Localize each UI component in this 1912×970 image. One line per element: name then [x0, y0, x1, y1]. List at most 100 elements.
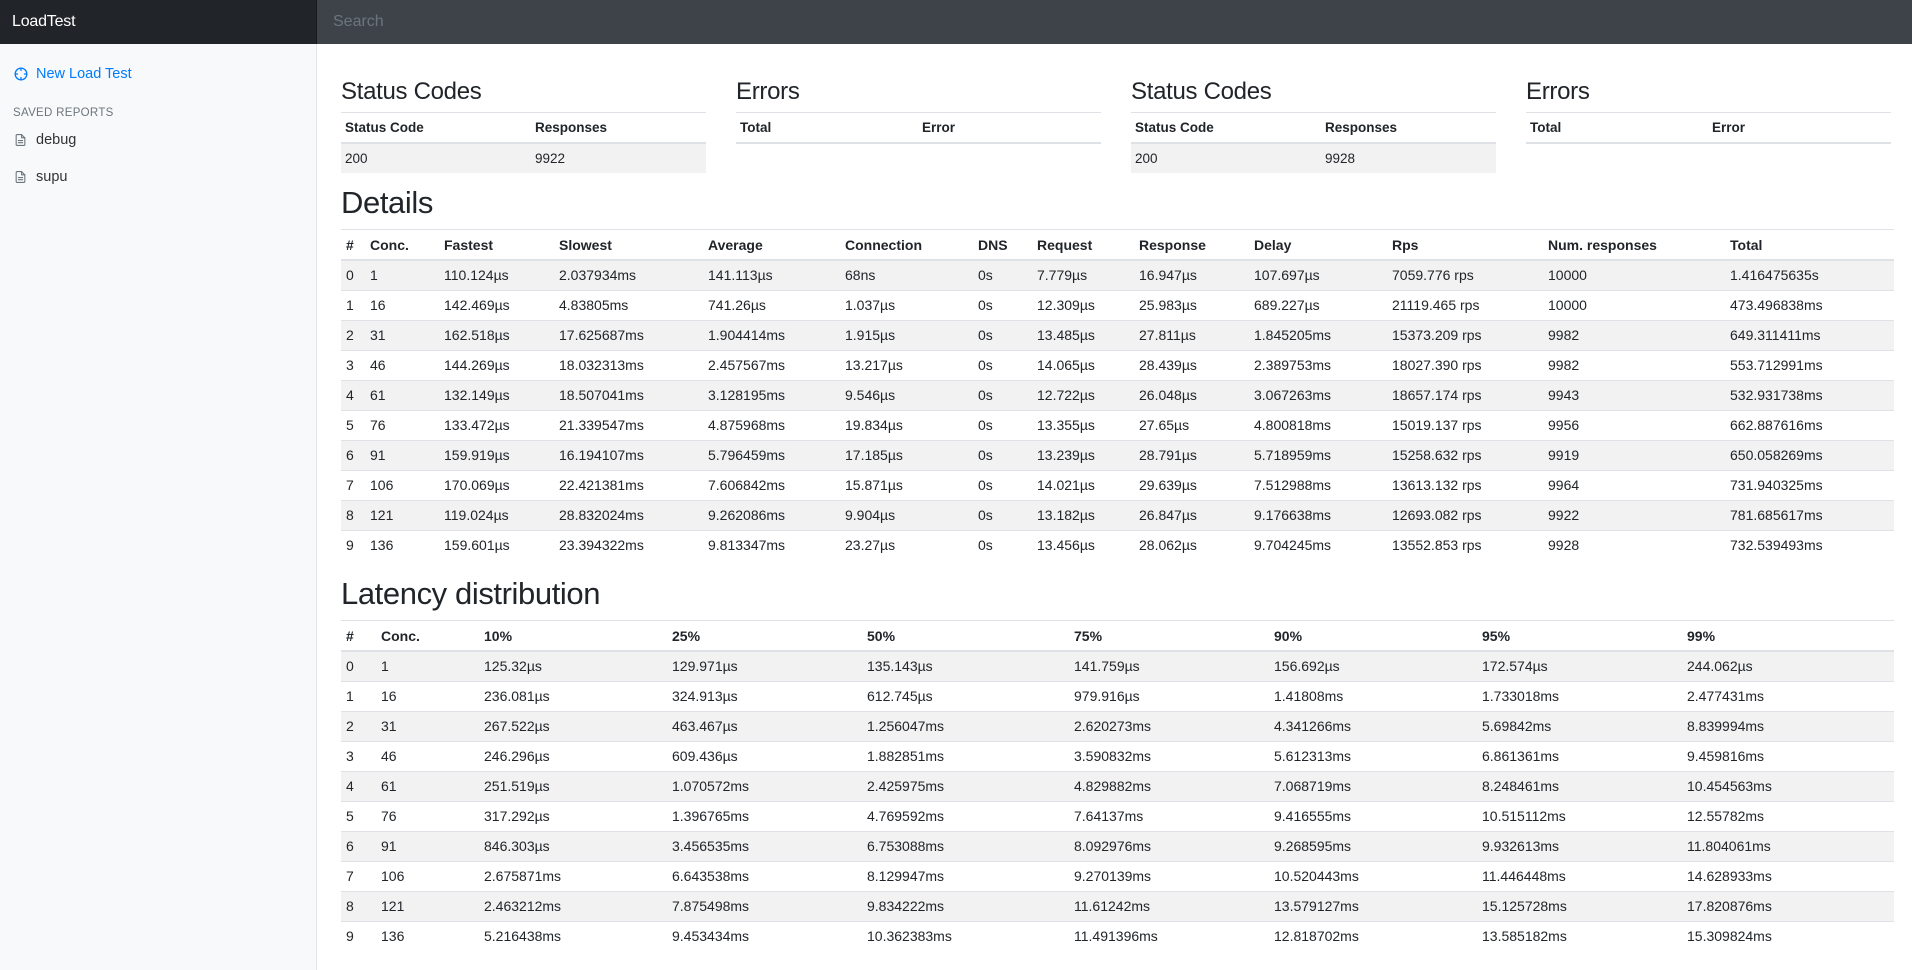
table-cell: 14.628933ms: [1682, 860, 1894, 891]
search-input[interactable]: [317, 0, 1912, 44]
table-cell: 1.904414ms: [703, 319, 840, 350]
latency-header-row: # Conc. 10% 25% 50% 75% 90% 95% 99%: [341, 621, 1894, 652]
table-cell: 1.733018ms: [1477, 680, 1682, 711]
table-row: 4 61 132.149µs 18.507041ms 3.128195ms 9.546µs…: [341, 379, 1894, 410]
table-cell: 1.915µs: [840, 319, 973, 350]
table-cell: 159.919µs: [439, 439, 554, 470]
table-row: 0 1 125.32µs 129.971µs 135.143µs 141.759µs 156…: [341, 650, 1894, 681]
table-cell: 13.182µs: [1032, 499, 1134, 530]
status-codes-card-2: Status Codes Status Code Responses 200 9…: [1131, 80, 1496, 173]
sidebar-item-label: debug: [36, 131, 77, 148]
table-cell: 2: [341, 710, 376, 741]
table-cell: 28.832024ms: [554, 499, 703, 530]
table-row: 2 31 162.518µs 17.625687ms 1.904414ms 1.915µs…: [341, 319, 1894, 350]
status-codes-card-1: Status Codes Status Code Responses 200 9…: [341, 80, 706, 173]
errors-title: Errors: [1526, 80, 1891, 113]
table-cell: 267.522µs: [479, 710, 667, 741]
table-cell: 4.83805ms: [554, 289, 703, 320]
table-cell: 141.759µs: [1069, 650, 1269, 681]
table-cell: 0: [341, 650, 376, 681]
file-text-icon: [15, 133, 26, 146]
table-row: 3 46 144.269µs 18.032313ms 2.457567ms 13.217µ…: [341, 349, 1894, 380]
table-cell: 4: [341, 379, 365, 410]
table-cell: 26.048µs: [1134, 379, 1249, 410]
table-row: 8 121 119.024µs 28.832024ms 9.262086ms 9.904µ…: [341, 499, 1894, 530]
table-cell: 9922: [531, 142, 706, 173]
table-cell: 9919: [1543, 439, 1725, 470]
table-cell: 76: [365, 409, 439, 440]
table-cell: 7.606842ms: [703, 469, 840, 500]
table-cell: 11.61242ms: [1069, 890, 1269, 921]
table-cell: 6.643538ms: [667, 860, 862, 891]
table-cell: 2.675871ms: [479, 860, 667, 891]
table-cell: 31: [365, 319, 439, 350]
col-header: Fastest: [439, 230, 554, 261]
table-cell: 1: [341, 289, 365, 320]
table-cell: 162.518µs: [439, 319, 554, 350]
table-cell: 159.601µs: [439, 529, 554, 560]
table-cell: 156.692µs: [1269, 650, 1477, 681]
table-cell: 979.916µs: [1069, 680, 1269, 711]
table-cell: 31: [376, 710, 479, 741]
col-header: DNS: [973, 230, 1032, 261]
table-cell: 18027.390 rps: [1387, 349, 1543, 380]
table-cell: 7.068719ms: [1269, 770, 1477, 801]
table-cell: 7.779µs: [1032, 259, 1134, 290]
sidebar-item-supu[interactable]: supu: [0, 158, 316, 195]
table-cell: 13.579127ms: [1269, 890, 1477, 921]
table-cell: 9928: [1321, 142, 1496, 173]
table-cell: 0s: [973, 319, 1032, 350]
table-cell: 125.32µs: [479, 650, 667, 681]
table-cell: 15.309824ms: [1682, 920, 1894, 951]
table-cell: 6: [341, 439, 365, 470]
table-cell: 15373.209 rps: [1387, 319, 1543, 350]
table-row: 9 136 5.216438ms 9.453434ms 10.362383ms 11.49…: [341, 920, 1894, 951]
table-cell: 18.032313ms: [554, 349, 703, 380]
table-cell: 7: [341, 860, 376, 891]
sidebar-item-debug[interactable]: debug: [0, 121, 316, 158]
table-cell: 10000: [1543, 259, 1725, 290]
col-header: Responses: [531, 113, 706, 144]
table-cell: 119.024µs: [439, 499, 554, 530]
top-navbar: LoadTest: [0, 0, 1912, 44]
table-cell: 172.574µs: [1477, 650, 1682, 681]
table-cell: 133.472µs: [439, 409, 554, 440]
table-cell: 1.396765ms: [667, 800, 862, 831]
col-header: Total: [1725, 230, 1894, 261]
table-cell: 61: [376, 770, 479, 801]
table-cell: 129.971µs: [667, 650, 862, 681]
table-cell: 68ns: [840, 259, 973, 290]
brand-logo[interactable]: LoadTest: [0, 0, 317, 44]
errors-card-2: Errors Total Error: [1526, 80, 1891, 173]
table-row: 4 61 251.519µs 1.070572ms 2.425975ms 4.829882…: [341, 770, 1894, 801]
table-cell: 28.062µs: [1134, 529, 1249, 560]
table-cell: 3: [341, 740, 376, 771]
col-header: 50%: [862, 621, 1069, 652]
table-cell: 25.983µs: [1134, 289, 1249, 320]
table-cell: 15.871µs: [840, 469, 973, 500]
table-cell: 9.176638ms: [1249, 499, 1387, 530]
table-cell: 17.820876ms: [1682, 890, 1894, 921]
table-row: 8 121 2.463212ms 7.875498ms 9.834222ms 11.612…: [341, 890, 1894, 921]
table-cell: 16: [365, 289, 439, 320]
table-cell: 5.718959ms: [1249, 439, 1387, 470]
table-cell: 6: [341, 830, 376, 861]
col-header: Error: [1708, 113, 1891, 144]
table-cell: 121: [365, 499, 439, 530]
table-cell: 12.818702ms: [1269, 920, 1477, 951]
new-load-test-link[interactable]: New Load Test: [0, 62, 316, 86]
table-cell: 12.55782ms: [1682, 800, 1894, 831]
table-cell: 3.456535ms: [667, 830, 862, 861]
table-cell: 9943: [1543, 379, 1725, 410]
table-cell: 741.26µs: [703, 289, 840, 320]
new-load-test-label: New Load Test: [36, 66, 132, 82]
table-cell: 9.268595ms: [1269, 830, 1477, 861]
table-row: 200 9928: [1131, 142, 1496, 173]
status-codes-title: Status Codes: [341, 80, 706, 113]
table-cell: 9.459816ms: [1682, 740, 1894, 771]
table-cell: 1: [376, 650, 479, 681]
table-cell: 9.932613ms: [1477, 830, 1682, 861]
col-header: #: [341, 230, 365, 261]
table-cell: 10.454563ms: [1682, 770, 1894, 801]
status-codes-table: Status Code Responses 200 9922: [341, 113, 706, 173]
